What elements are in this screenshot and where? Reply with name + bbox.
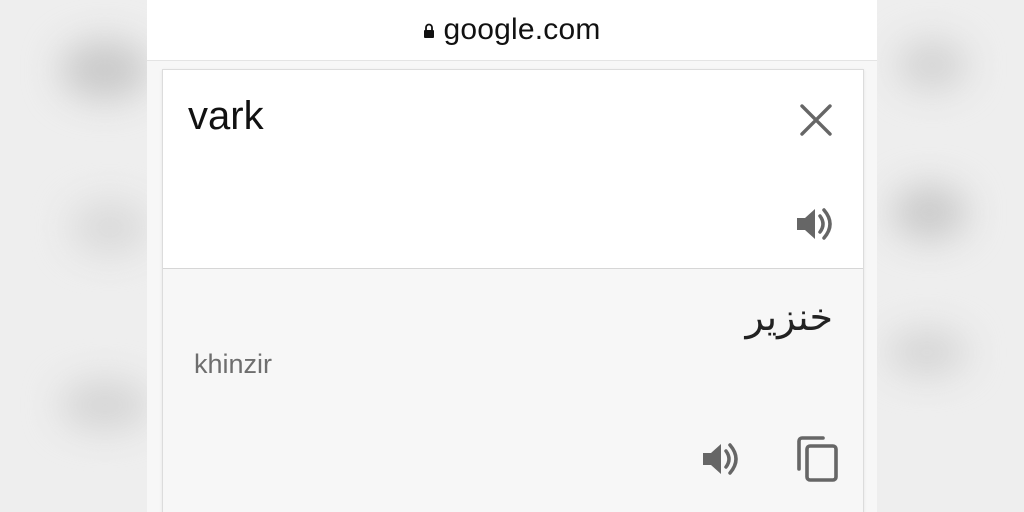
transliteration-text: khinzir [194,349,273,379]
lock-icon [424,23,435,38]
address-bar[interactable]: google.com [147,0,877,61]
translated-text: خنزير [745,295,833,339]
translate-card: vark خنزير khinzir [162,69,864,512]
translation-panel: خنزير khinzir [163,269,863,512]
phone-screen: google.com vark خنزير khinzir [147,0,877,512]
screenshot-stage: google.com vark خنزير khinzir [0,0,1024,512]
blurred-background-left [0,0,147,512]
speaker-icon[interactable] [700,437,744,481]
close-icon[interactable] [796,100,836,140]
copy-icon[interactable] [795,435,841,483]
source-text-input[interactable]: vark [188,94,264,139]
source-panel: vark [163,70,863,269]
address-bar-domain: google.com [443,13,601,46]
blurred-background-right [877,0,1024,512]
speaker-icon[interactable] [794,202,838,246]
